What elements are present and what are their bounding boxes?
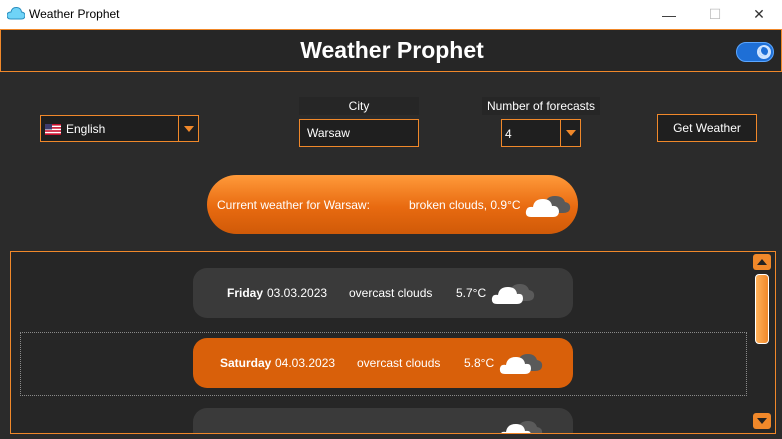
cloud-icon	[491, 284, 535, 304]
forecast-day: Friday	[227, 286, 264, 300]
chevron-down-icon	[183, 125, 194, 132]
moon-icon	[759, 47, 768, 56]
cloud-icon	[7, 6, 25, 20]
minimize-button[interactable]: —	[646, 0, 692, 29]
language-value: English	[66, 122, 106, 136]
forecast-card[interactable]	[193, 408, 573, 433]
scroll-up-button[interactable]	[753, 254, 771, 270]
arrow-up-icon	[757, 259, 767, 265]
window-titlebar: Weather Prophet — ☐ ✕	[0, 0, 782, 29]
forecast-card[interactable]: Saturday 04.03.2023 overcast clouds 5.8°…	[193, 338, 573, 388]
current-weather-label: Current weather for Warsaw:	[217, 198, 370, 212]
page-title: Weather Prophet	[300, 37, 484, 63]
chevron-down-icon	[565, 130, 576, 136]
scroll-thumb[interactable]	[755, 274, 769, 344]
city-label: City	[299, 97, 419, 115]
forecast-card[interactable]: Friday 03.03.2023 overcast clouds 5.7°C	[193, 268, 573, 318]
forecast-scrollbar[interactable]	[753, 254, 771, 431]
forecast-condition: overcast clouds	[349, 286, 433, 300]
window-title: Weather Prophet	[29, 7, 120, 21]
close-button[interactable]: ✕	[736, 0, 782, 29]
forecasts-count-select[interactable]: 4	[501, 119, 581, 147]
forecasts-count-label: Number of forecasts	[482, 97, 600, 115]
forecasts-count-value: 4	[505, 127, 512, 141]
cloud-icon	[501, 421, 543, 433]
maximize-button[interactable]: ☐	[692, 0, 738, 29]
arrow-down-icon	[757, 418, 767, 424]
forecast-list[interactable]: Friday 03.03.2023 overcast clouds 5.7°C …	[10, 251, 776, 434]
forecast-date: 03.03.2023	[267, 286, 328, 300]
forecast-temp: 5.7°C	[456, 286, 487, 300]
get-weather-button[interactable]: Get Weather	[657, 114, 757, 142]
theme-toggle[interactable]	[736, 42, 774, 62]
current-weather-panel: Current weather for Warsaw: broken cloud…	[207, 175, 578, 234]
forecast-condition: overcast clouds	[357, 356, 441, 370]
forecasts-dropdown-button[interactable]	[560, 120, 580, 146]
app-window: Weather Prophet English City Warsaw Numb…	[0, 29, 782, 439]
language-dropdown-button[interactable]	[178, 116, 198, 141]
city-input[interactable]: Warsaw	[299, 119, 419, 147]
cloud-icon	[499, 354, 543, 374]
forecast-day: Saturday	[220, 356, 272, 370]
us-flag-icon	[45, 124, 61, 135]
cloud-icon	[525, 196, 571, 217]
language-select[interactable]: English	[40, 115, 199, 142]
app-header: Weather Prophet	[0, 29, 782, 72]
current-weather-description: broken clouds, 0.9°C	[409, 198, 521, 212]
scroll-down-button[interactable]	[753, 413, 771, 429]
forecast-temp: 5.8°C	[464, 356, 495, 370]
forecast-date: 04.03.2023	[275, 356, 336, 370]
